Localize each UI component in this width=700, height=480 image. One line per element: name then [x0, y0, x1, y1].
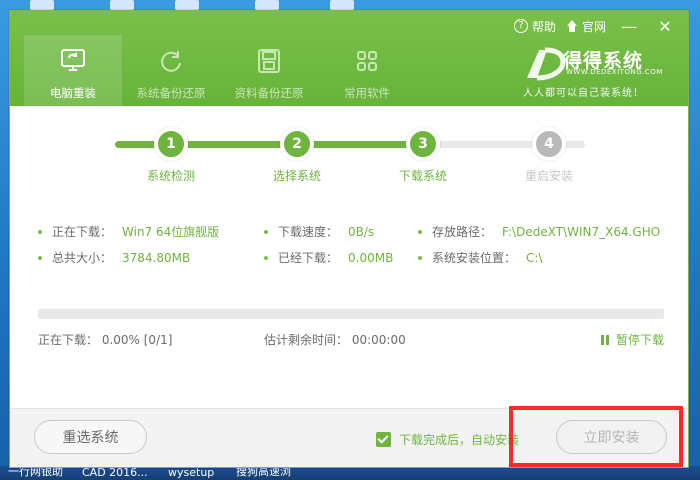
site-label: 官网	[581, 19, 606, 34]
auto-install-label: 下载完成后，自动安装	[399, 433, 520, 447]
home-icon	[566, 20, 578, 32]
nav-label: 电脑重装	[50, 86, 96, 100]
step-number: 1	[154, 127, 188, 161]
step-label: 选择系统	[272, 169, 322, 183]
speed-row: 下载速度： 0B/s	[264, 223, 374, 240]
nav-item-system-backup[interactable]: 系统备份还原	[122, 35, 220, 106]
brand-slogan: 人人都可以自己装系统！	[523, 88, 644, 99]
install-location-label: 系统安装位置：	[432, 251, 517, 265]
help-label: 帮助	[531, 19, 556, 34]
nav-item-reinstall[interactable]: 电脑重装	[24, 35, 122, 106]
bullet-icon	[38, 229, 42, 234]
monitor-refresh-icon	[61, 49, 85, 71]
window-top-actions: ? 帮助 官网 — ✕	[513, 15, 678, 37]
taskbar: 一行网银助 CAD 2016... wysetup 搜狗高速浏	[0, 465, 700, 480]
pause-download-label: 暂停下载	[615, 333, 664, 347]
steps: 1 系统检测 2 选择系统 3 下载系统 4 重启安装	[115, 127, 585, 187]
downloading-value: Win7 64位旗舰版	[122, 225, 220, 239]
path-label: 存放路径：	[432, 225, 493, 239]
speed-value: 0B/s	[348, 224, 375, 239]
downloaded-label: 已经下载：	[278, 251, 339, 265]
step-1: 1 系统检测	[147, 127, 195, 183]
install-location-value: C:\	[526, 250, 543, 265]
brand: 得得系统 WWW.DEDEXITONG.COM 人人都可以自己装系统！	[523, 40, 678, 99]
installer-window: ? 帮助 官网 — ✕ 电脑重装 系统备份还原 资料备份还原 常用软件 得得系统…	[9, 10, 689, 468]
checkbox-checked-icon[interactable]	[376, 432, 391, 447]
footer: 重选系统 下载完成后，自动安装 立即安装	[10, 408, 688, 467]
pause-download-button[interactable]: 暂停下载	[600, 331, 664, 348]
close-button[interactable]: ✕	[652, 15, 678, 37]
nav-label: 常用软件	[344, 86, 390, 100]
downloading-row: 正在下载： Win7 64位旗舰版	[38, 223, 219, 240]
install-location-row: 系统安装位置： C:\	[418, 249, 542, 266]
main-nav: 电脑重装 系统备份还原 资料备份还原 常用软件	[24, 35, 416, 106]
desktop-icon[interactable]	[175, 0, 199, 10]
desktop-icon[interactable]	[110, 0, 134, 10]
step-number: 4	[532, 127, 566, 161]
desktop-icon[interactable]	[330, 0, 354, 10]
total-row: 总共大小： 3784.80MB	[38, 249, 190, 266]
refresh-icon	[161, 51, 181, 72]
pause-icon	[600, 334, 610, 345]
download-status-left: 正在下载： 0.00% [0/1]	[38, 333, 173, 347]
path-row: 存放路径： F:\DedeXT\WIN7_X64.GHO	[418, 223, 660, 240]
step-label: 重启安装	[524, 169, 574, 183]
step-4: 4 重启安装	[525, 127, 573, 183]
bullet-icon	[38, 255, 42, 260]
help-icon: ?	[513, 19, 528, 33]
step-label: 下载系统	[398, 169, 448, 183]
site-link[interactable]: 官网	[566, 18, 606, 35]
window-header: ? 帮助 官网 — ✕ 电脑重装 系统备份还原 资料备份还原 常用软件 得得系统…	[10, 11, 688, 106]
nav-item-common-software[interactable]: 常用软件	[318, 35, 416, 106]
speed-label: 下载速度：	[278, 225, 339, 239]
download-status-row: 正在下载： 0.00% [0/1] 估计剩余时间： 00:00:00 暂停下载	[38, 331, 664, 351]
downloaded-value: 0.00MB	[348, 250, 394, 265]
nav-label: 资料备份还原	[234, 86, 304, 100]
step-number: 3	[406, 127, 440, 161]
bullet-icon	[418, 255, 422, 260]
brand-subtitle: WWW.DEDEXITONG.COM	[566, 68, 663, 76]
brand-logo-icon	[527, 47, 566, 81]
download-progress-bar	[38, 309, 664, 319]
downloaded-row: 已经下载： 0.00MB	[264, 249, 393, 266]
bullet-icon	[418, 229, 422, 234]
help-link[interactable]: ? 帮助	[513, 18, 556, 35]
downloading-label: 正在下载：	[52, 225, 113, 239]
total-label: 总共大小：	[52, 251, 113, 265]
download-info: 正在下载： Win7 64位旗舰版 下载速度： 0B/s 存放路径： F:\De…	[38, 223, 678, 283]
desktop-icon[interactable]	[30, 0, 54, 10]
minimize-button[interactable]: —	[616, 15, 642, 37]
apps-grid-icon	[357, 51, 377, 71]
install-now-button[interactable]: 立即安装	[556, 420, 667, 454]
download-status-mid: 估计剩余时间： 00:00:00	[264, 333, 406, 347]
path-value: F:\DedeXT\WIN7_X64.GHO	[502, 224, 661, 239]
step-label: 系统检测	[146, 169, 196, 183]
reselect-system-button[interactable]: 重选系统	[34, 420, 147, 454]
disk-icon	[258, 49, 280, 73]
step-2: 2 选择系统	[273, 127, 321, 183]
total-value: 3784.80MB	[122, 250, 191, 265]
step-3: 3 下载系统	[399, 127, 447, 183]
desktop-icon[interactable]	[255, 0, 279, 10]
step-number: 2	[280, 127, 314, 161]
bullet-icon	[264, 255, 268, 260]
auto-install-toggle[interactable]: 下载完成后，自动安装	[376, 431, 519, 448]
bullet-icon	[264, 229, 268, 234]
nav-label: 系统备份还原	[136, 86, 206, 100]
nav-item-data-backup[interactable]: 资料备份还原	[220, 35, 318, 106]
